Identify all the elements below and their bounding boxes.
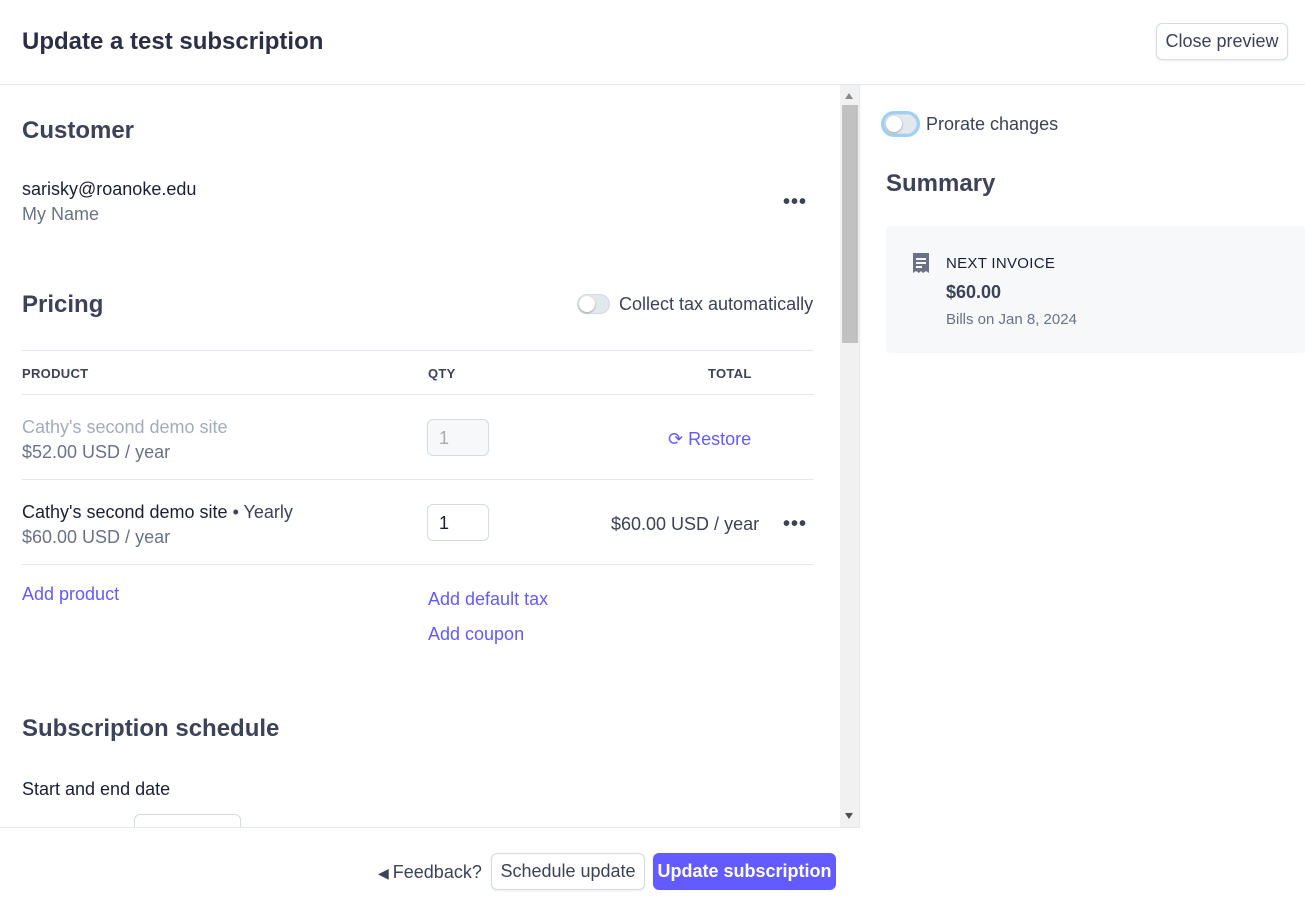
- product-price: $60.00 USD / year: [22, 527, 171, 547]
- next-invoice-amount: $60.00: [946, 282, 1002, 302]
- page-title: Update a test subscription: [22, 28, 324, 55]
- bills-on-date: Bills on Jan 8, 2024: [946, 311, 1077, 328]
- divider: [22, 394, 814, 395]
- removed-product-price: $52.00 USD / year: [22, 442, 171, 462]
- collect-tax-label: Collect tax automatically: [619, 294, 814, 314]
- subscription-form-panel: Customer sarisky@roanoke.edu My Name •••…: [0, 85, 840, 827]
- form-footer: ◀ Feedback? Schedule update Update subscr…: [0, 827, 860, 899]
- product-row: Cathy's second demo site • Yearly: [22, 502, 293, 523]
- scroll-down-icon[interactable]: [845, 813, 853, 819]
- pricing-heading: Pricing: [22, 291, 104, 318]
- modal-header: Update a test subscription Close preview: [0, 0, 1305, 85]
- product-more-icon[interactable]: •••: [783, 514, 807, 534]
- panel-divider: [859, 85, 860, 899]
- divider: [22, 479, 814, 480]
- toggle-knob: [579, 296, 595, 312]
- add-coupon-link[interactable]: Add coupon: [428, 624, 524, 645]
- restore-button[interactable]: ⟳ Restore: [668, 429, 751, 450]
- customer-more-icon[interactable]: •••: [783, 192, 807, 212]
- column-header-product: PRODUCT: [22, 366, 89, 381]
- megaphone-icon: ◀: [378, 865, 389, 881]
- qty-input[interactable]: 1: [427, 504, 489, 541]
- feedback-label: Feedback?: [392, 862, 482, 882]
- column-header-total: TOTAL: [708, 366, 752, 381]
- add-product-link[interactable]: Add product: [22, 584, 119, 605]
- prorate-toggle[interactable]: [884, 114, 917, 134]
- customer-email: sarisky@roanoke.edu: [22, 179, 197, 199]
- product-name: Cathy's second demo site: [22, 502, 228, 522]
- receipt-icon: [913, 253, 929, 273]
- divider: [22, 350, 814, 351]
- start-end-date-label: Start and end date: [22, 779, 171, 799]
- next-invoice-card: NEXT INVOICE $60.00 Bills on Jan 8, 2024: [886, 226, 1305, 353]
- toggle-knob: [886, 116, 902, 132]
- scroll-up-icon[interactable]: [845, 93, 853, 99]
- customer-name: My Name: [22, 204, 100, 224]
- collect-tax-toggle[interactable]: [577, 294, 610, 314]
- divider: [22, 564, 814, 565]
- scrollbar[interactable]: [840, 85, 859, 827]
- product-total: $60.00 USD / year: [611, 514, 760, 534]
- summary-heading: Summary: [886, 170, 996, 197]
- removed-product-name: Cathy's second demo site: [22, 417, 228, 437]
- scrollbar-thumb[interactable]: [842, 105, 858, 343]
- subscription-schedule-heading: Subscription schedule: [22, 715, 280, 742]
- product-interval: • Yearly: [232, 502, 293, 522]
- column-header-qty: QTY: [428, 366, 456, 381]
- customer-heading: Customer: [22, 117, 135, 144]
- schedule-update-button[interactable]: Schedule update: [491, 853, 645, 890]
- next-invoice-label: NEXT INVOICE: [946, 255, 1056, 272]
- add-default-tax-link[interactable]: Add default tax: [428, 589, 548, 610]
- feedback-link[interactable]: ◀ Feedback?: [378, 862, 482, 883]
- removed-qty-input: 1: [427, 419, 489, 456]
- update-subscription-button[interactable]: Update subscription: [653, 853, 836, 890]
- prorate-label: Prorate changes: [926, 114, 1059, 134]
- restore-label: Restore: [688, 429, 752, 449]
- start-date-field[interactable]: [134, 814, 241, 827]
- restore-icon: ⟳: [668, 429, 689, 449]
- close-preview-button[interactable]: Close preview: [1156, 23, 1288, 60]
